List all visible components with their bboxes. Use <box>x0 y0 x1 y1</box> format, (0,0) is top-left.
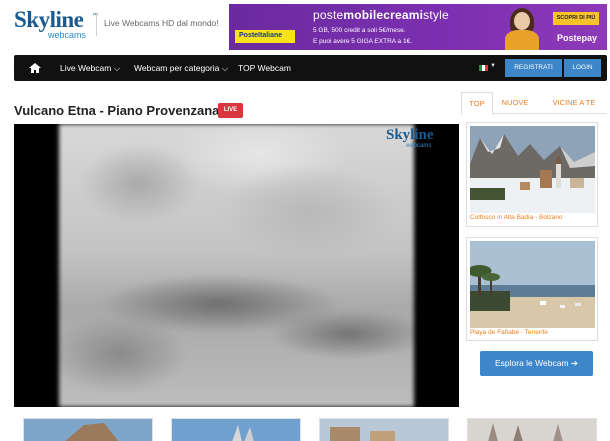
ad-title-post: style <box>423 8 449 22</box>
logo-sub-text: webcams <box>48 30 87 40</box>
ad-line-1: 5 GB, 500 credit a soli 5€/mese. <box>313 27 406 34</box>
ad-title-bold: mobilecreami <box>343 8 424 22</box>
bottom-thumbnail-image <box>24 419 152 441</box>
ad-title: postemobilecreamistyle <box>313 8 449 22</box>
page-title: Vulcano Etna - Piano Provenzana <box>14 103 220 118</box>
tab-top[interactable]: TOP <box>461 92 493 115</box>
webcam-card-caption[interactable]: Colfosco in Alta Badia - Bolzano <box>470 214 563 221</box>
language-flag-icon[interactable] <box>479 65 488 71</box>
nav-live-webcam[interactable]: Live Webcam ⌵ <box>60 63 120 74</box>
ad-brand-logo: PosteItaliane <box>235 30 295 43</box>
live-badge: LIVE <box>218 103 243 118</box>
ad-title-pre: poste <box>313 8 344 22</box>
login-button[interactable]: LOGIN <box>564 59 601 77</box>
sidebar-tabs: TOP NUOVE VICINE A TE <box>461 92 607 115</box>
main-navbar: Live Webcam ⌵ Webcam per categoria ⌵ TOP… <box>14 55 607 81</box>
webcam-thumbnail-fanabe[interactable] <box>470 241 595 328</box>
header-divider <box>96 14 97 36</box>
nav-top-webcam[interactable]: TOP Webcam <box>238 63 291 73</box>
site-logo[interactable]: Skyline webcams ™ <box>14 7 98 41</box>
ad-person-image <box>497 6 547 50</box>
logo-trademark: ™ <box>92 13 98 19</box>
ad-line-2: E puoi avere 5 GIGA EXTRA a 1€. <box>313 38 412 45</box>
explore-webcams-button[interactable]: Esplora le Webcam ➔ <box>480 351 593 376</box>
bottom-thumbnail-image <box>320 419 448 441</box>
bottom-thumbnail-image <box>468 419 596 441</box>
webcam-card[interactable]: Colfosco in Alta Badia - Bolzano <box>466 122 598 227</box>
watermark-main-text: Skyline <box>386 127 434 143</box>
nav-webcam-per-categoria[interactable]: Webcam per categoria ⌵ <box>134 63 228 74</box>
bottom-webcam-thumbnail[interactable] <box>23 418 153 441</box>
tab-vicine-a-te[interactable]: VICINE A TE <box>541 92 607 114</box>
tab-nuove[interactable]: NUOVE <box>497 92 533 114</box>
bottom-thumbnail-image <box>172 419 300 441</box>
chevron-down-icon[interactable]: ▼ <box>490 63 496 69</box>
webcam-card[interactable]: Playa de Fañabé - Tenerife <box>466 237 598 341</box>
register-button[interactable]: REGISTRATI <box>505 59 562 77</box>
site-tagline: Live Webcams HD dal mondo! <box>104 18 219 28</box>
home-icon[interactable] <box>28 61 42 75</box>
bottom-webcam-thumbnail[interactable] <box>467 418 597 441</box>
ad-postepay-logo: Postepay <box>557 33 598 43</box>
bottom-webcam-thumbnail[interactable] <box>319 418 449 441</box>
webcam-thumbnail-colfosco[interactable] <box>470 126 595 213</box>
bottom-webcam-thumbnail[interactable] <box>171 418 301 441</box>
webcam-player[interactable]: Skyline webcams <box>14 124 459 407</box>
player-watermark: Skyline webcams <box>386 128 441 152</box>
webcam-video-frame[interactable] <box>59 124 414 407</box>
webcam-card-caption[interactable]: Playa de Fañabé - Tenerife <box>470 329 548 336</box>
logo-main-text: Skyline <box>14 7 84 32</box>
ad-cta-button[interactable]: SCOPRI DI PIÙ <box>553 12 599 25</box>
watermark-sub-text: webcams <box>406 143 432 149</box>
ad-banner[interactable]: PosteItaliane postemobilecreamistyle 5 G… <box>229 4 607 50</box>
